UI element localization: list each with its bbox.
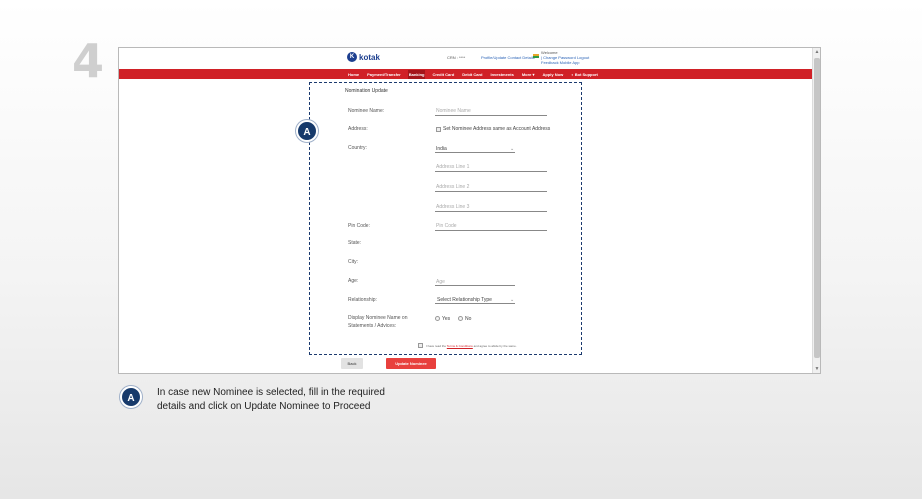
update-nominee-button[interactable]: Update Nominee: [386, 358, 436, 369]
state-label: State:: [348, 240, 362, 246]
browser-frame: K kotak CRN : **** Profile/Update Contac…: [118, 47, 821, 374]
nav-item-investments[interactable]: Investments: [490, 70, 515, 79]
age-input[interactable]: [435, 278, 515, 286]
nav-item-debit-card[interactable]: Debit Card: [461, 70, 483, 79]
site-header: K kotak CRN : **** Profile/Update Contac…: [119, 48, 814, 69]
address-line3-input[interactable]: [435, 204, 547, 212]
address-label: Address:: [348, 126, 368, 132]
terms-checkbox[interactable]: [418, 343, 423, 348]
form-title: Nomination Update: [345, 88, 388, 94]
note-line-2: details and click on Update Nominee to P…: [157, 401, 371, 412]
same-address-checkbox[interactable]: [436, 127, 441, 132]
callout-badge-a: A: [296, 120, 318, 142]
terms-prefix: I have read the: [426, 344, 447, 348]
relationship-select[interactable]: [435, 296, 515, 304]
scroll-up-icon[interactable]: ▲: [813, 48, 820, 56]
address-line2-input[interactable]: [435, 184, 547, 192]
nominee-name-label: Nominee Name:: [348, 108, 385, 114]
main-nav: Home Payment/Transfer Banking Credit Car…: [119, 69, 814, 79]
nominee-name-input[interactable]: [435, 108, 547, 116]
relationship-label: Relationship:: [348, 297, 377, 303]
kotak-logo[interactable]: K kotak: [347, 52, 380, 62]
same-address-label: Set Nominee Address same as Account Addr…: [443, 126, 551, 132]
city-label: City:: [348, 259, 358, 265]
logo-text: kotak: [359, 52, 380, 62]
flag-icon: [533, 54, 539, 58]
display-no-radio[interactable]: [458, 316, 463, 321]
nav-item-banking[interactable]: Banking: [407, 69, 426, 79]
nav-item-apply-now[interactable]: Apply Now: [542, 70, 565, 79]
terms-link[interactable]: Terms & Conditions: [447, 344, 473, 348]
nav-item-bot-support[interactable]: ◐ Bot Support: [570, 70, 599, 79]
step-number: 4: [72, 34, 105, 88]
feedback-links[interactable]: Feedback Mobile App: [541, 60, 601, 65]
nav-item-more[interactable]: More ▾: [521, 70, 536, 79]
note-line-1: In case new Nominee is selected, fill in…: [157, 387, 385, 398]
note-badge-a: A: [120, 386, 142, 408]
terms-suffix: and agree to abide by the same.: [473, 344, 517, 348]
instruction-note: In case new Nominee is selected, fill in…: [157, 386, 457, 414]
profile-link[interactable]: Profile/Update Contact Details: [481, 55, 535, 60]
back-button[interactable]: Back: [341, 358, 363, 369]
nav-item-home[interactable]: Home: [347, 70, 360, 79]
logo-mark-icon: K: [347, 52, 357, 62]
pincode-label: Pin Code:: [348, 223, 370, 229]
nav-item-payment-transfer[interactable]: Payment/Transfer: [366, 70, 402, 79]
display-no-label: No: [465, 316, 472, 322]
country-select[interactable]: [435, 145, 515, 153]
display-nominee-label-1: Display Nominee Name on: [348, 315, 408, 321]
display-yes-radio[interactable]: [435, 316, 440, 321]
crn-label: CRN : ****: [447, 55, 466, 60]
display-yes-label: Yes: [442, 316, 451, 322]
country-label: Country:: [348, 145, 367, 151]
welcome-block: Welcome | Change Password Logout Feedbac…: [541, 50, 601, 65]
scrollbar-thumb[interactable]: [814, 58, 820, 358]
terms-text: I have read the Terms & Conditions and a…: [426, 344, 517, 348]
vertical-scrollbar[interactable]: ▲ ▼: [812, 48, 820, 373]
address-line1-input[interactable]: [435, 164, 547, 172]
pincode-input[interactable]: [435, 223, 547, 231]
nav-item-credit-card[interactable]: Credit Card: [431, 70, 455, 79]
display-nominee-label-2: Statements / Advices:: [348, 323, 397, 329]
age-label: Age:: [348, 278, 359, 284]
scroll-down-icon[interactable]: ▼: [813, 365, 820, 373]
